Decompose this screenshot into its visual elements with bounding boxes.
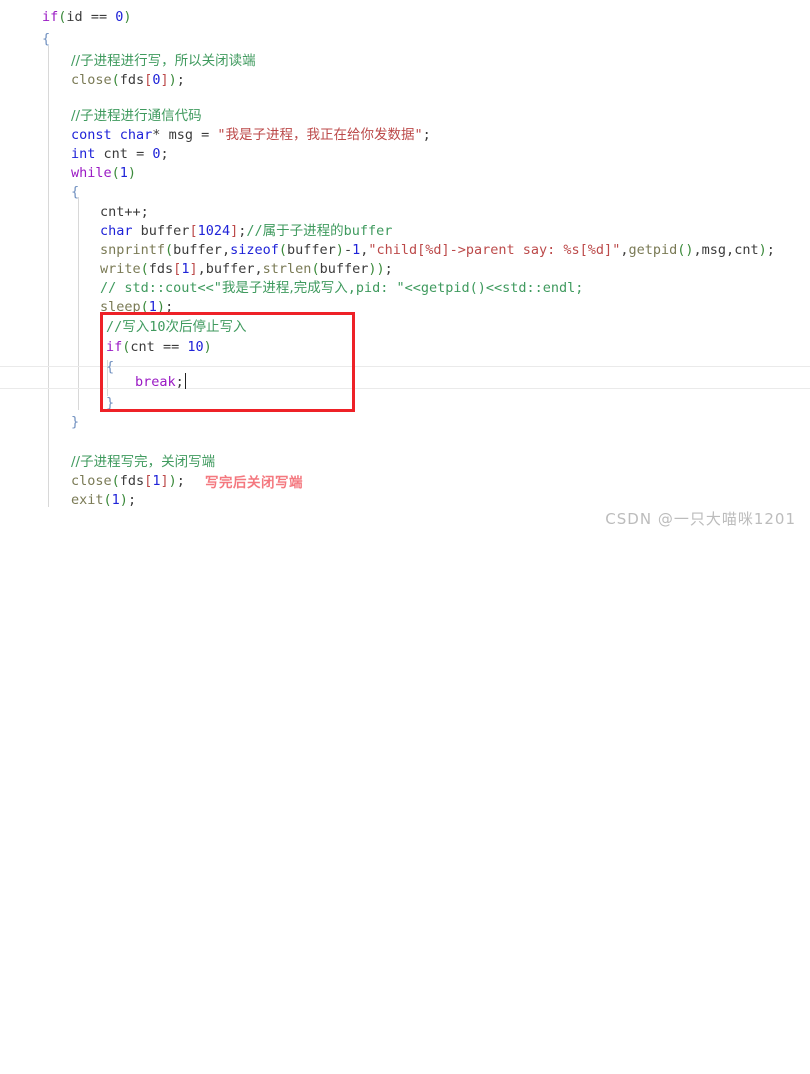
code-line-4[interactable]: close(fds[0]);: [71, 69, 185, 91]
text-caret: [184, 373, 187, 389]
annotation-red-rectangle: [100, 312, 355, 412]
code-line-2[interactable]: {: [42, 28, 50, 50]
code-editor-canvas[interactable]: if(id == 0) { //子进程进行写，所以关闭读端 close(fds[…: [0, 0, 810, 537]
code-block[interactable]: if(id == 0) { //子进程进行写，所以关闭读端 close(fds[…: [0, 0, 775, 1074]
indent-guide-level-2: [78, 197, 79, 410]
indent-guide-level-1: [48, 46, 49, 507]
code-line-10[interactable]: {: [71, 181, 79, 203]
code-line-1[interactable]: if(id == 0): [42, 6, 132, 28]
code-line-22[interactable]: }: [71, 411, 79, 433]
annotation-red-note: 写完后关闭写端: [205, 475, 303, 491]
code-line-26[interactable]: exit(1);: [71, 489, 136, 511]
csdn-watermark: CSDN @一只大喵咪1201: [605, 510, 796, 528]
code-line-9[interactable]: while(1): [71, 162, 136, 184]
